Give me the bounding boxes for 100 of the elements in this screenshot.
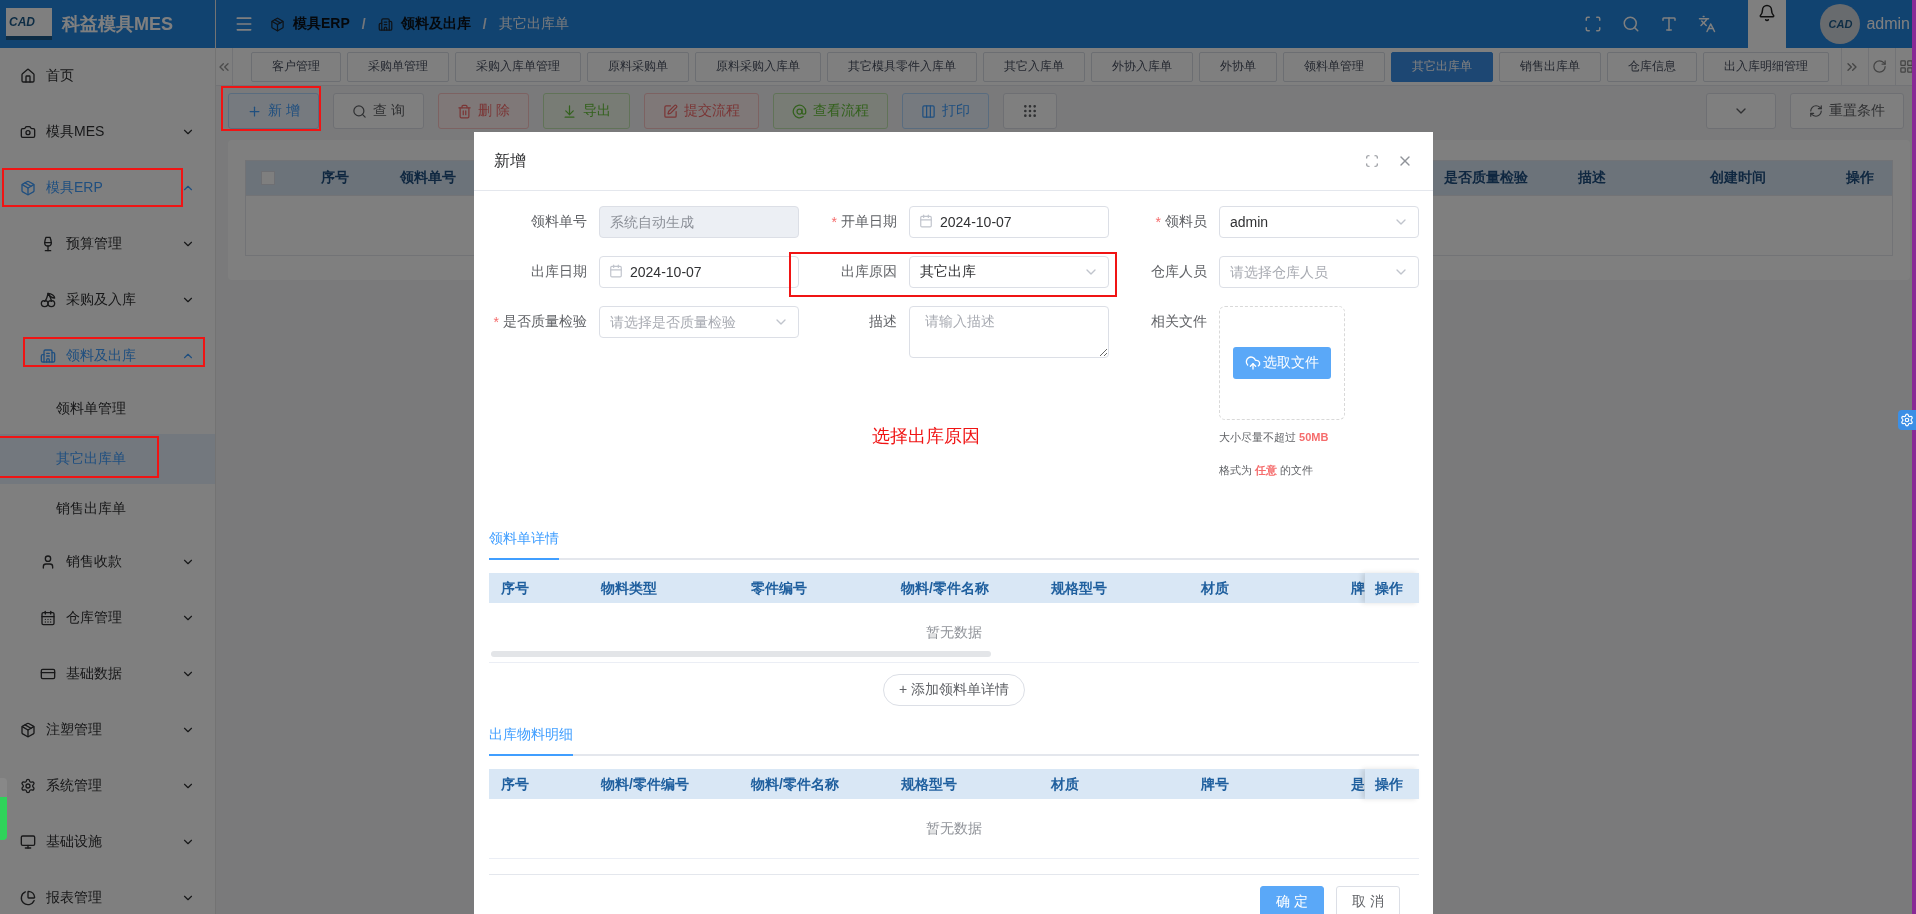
sidebar-item[interactable]: 首页	[0, 48, 215, 104]
building-icon	[377, 16, 393, 32]
settings-button[interactable]	[1898, 410, 1916, 430]
select-field[interactable]: admin	[1219, 206, 1419, 238]
tab[interactable]: 仓库信息	[1607, 51, 1698, 82]
field-label: 领料员	[1165, 213, 1207, 231]
upload-area[interactable]: 选取文件	[1219, 306, 1345, 420]
tab[interactable]: 客户管理	[251, 51, 342, 82]
sidebar-item[interactable]: 采购及入库	[0, 272, 215, 328]
reset-button[interactable]: 重置条件	[1790, 93, 1904, 129]
sidebar-item[interactable]: 领料及出库	[0, 328, 215, 384]
toolbar-button[interactable]: 打印	[901, 93, 989, 129]
sidebar-item[interactable]: 基础数据	[0, 646, 215, 702]
breadcrumb-separator: /	[361, 16, 366, 32]
cancel-button[interactable]: 取 消	[1336, 886, 1400, 914]
breadcrumb[interactable]: 模具ERP	[293, 15, 350, 33]
at-sign-icon	[791, 103, 807, 119]
toolbar-button[interactable]: 删 除	[437, 93, 529, 129]
column-header: 描述	[1577, 169, 1607, 187]
calendar-icon	[609, 264, 623, 278]
column-header: 领料单号	[399, 169, 457, 187]
refresh-icon	[1871, 59, 1887, 74]
column-header: 是否质量检验	[1443, 169, 1529, 187]
tab[interactable]: 其它模具零件入库单	[827, 51, 978, 82]
select-field[interactable]: 请选择仓库人员	[1219, 256, 1419, 288]
settings-icon	[1900, 413, 1914, 427]
sidebar-item[interactable]: 注塑管理	[0, 702, 215, 758]
sidebar-item[interactable]: 仓库管理	[0, 590, 215, 646]
avatar[interactable]: CAD	[1820, 4, 1861, 44]
select-field[interactable]: 其它出库	[909, 256, 1109, 288]
confirm-button[interactable]: 确 定	[1260, 886, 1324, 914]
sidebar-item[interactable]: 模具MES	[0, 104, 215, 160]
tab[interactable]: 采购单管理	[347, 51, 450, 82]
toolbar-button[interactable]: 提交流程	[643, 93, 759, 129]
user-name[interactable]: admin	[1866, 15, 1910, 33]
required-mark: *	[1155, 214, 1161, 230]
sidebar-item[interactable]: 报表管理	[0, 870, 215, 914]
logo: CAD	[6, 8, 52, 40]
monitor-icon	[20, 834, 36, 850]
toolbar-button[interactable]: 新 增	[228, 93, 319, 129]
scrollbar[interactable]	[491, 651, 991, 657]
sidebar-item[interactable]: 预算管理	[0, 216, 215, 272]
tab[interactable]: 出入库明细管理	[1703, 51, 1830, 82]
field-label: 是否质量检验	[503, 313, 587, 331]
tab[interactable]: 外协单	[1199, 51, 1278, 82]
box-icon	[270, 16, 285, 32]
upload-note: 大小尽量不超过 50MB	[1219, 430, 1330, 445]
tab[interactable]: 其它入库单	[983, 51, 1086, 82]
tab[interactable]: 其它出库单	[1391, 51, 1494, 82]
sidebar-item[interactable]: 其它出库单	[0, 434, 215, 484]
edit-icon	[662, 103, 678, 119]
side-handle[interactable]	[0, 778, 7, 840]
section-tab[interactable]: 领料单详情	[489, 522, 559, 560]
building-icon	[40, 348, 56, 364]
tab[interactable]: 销售出库单	[1499, 51, 1602, 82]
description-field[interactable]: 请输入描述	[909, 306, 1109, 358]
sidebar-item[interactable]: 销售收款	[0, 534, 215, 590]
sidebar-item[interactable]: 销售出库单	[0, 484, 215, 534]
breadcrumb: 其它出库单	[498, 15, 569, 33]
card-icon	[40, 666, 56, 682]
translate-icon[interactable]	[1698, 15, 1717, 33]
add-detail-button[interactable]: + 添加领料单详情	[882, 674, 1026, 706]
column-header: 序号	[320, 169, 350, 187]
grid-button[interactable]	[1002, 93, 1057, 129]
cherries-icon	[40, 292, 56, 308]
fullscreen-icon[interactable]	[1365, 154, 1379, 168]
toolbar-button[interactable]: 查 询	[332, 93, 424, 129]
search-icon	[351, 103, 367, 119]
notification-button[interactable]	[1748, 0, 1787, 48]
field-label: 开单日期	[841, 213, 897, 231]
camera-icon	[20, 124, 36, 140]
app-name: 科益模具MES	[62, 13, 173, 36]
columns-icon	[920, 103, 936, 119]
field-label: 相关文件	[1151, 313, 1207, 331]
column-header: 操作	[1845, 169, 1875, 187]
field-label: 出库日期	[531, 263, 587, 281]
sidebar-item[interactable]: 领料单管理	[0, 384, 215, 434]
tab[interactable]: 领料单管理	[1283, 51, 1386, 82]
tab[interactable]: 原料采购入库单	[695, 51, 822, 82]
upload-button[interactable]: 选取文件	[1233, 347, 1331, 379]
menu-icon[interactable]	[234, 14, 254, 34]
box-icon	[20, 180, 36, 196]
date-field[interactable]: 2024-10-07	[599, 256, 799, 288]
section-tab[interactable]: 出库物料明细	[489, 718, 573, 756]
tab[interactable]: 采购入库单管理	[455, 51, 582, 82]
breadcrumb[interactable]: 领料及出库	[400, 15, 471, 33]
search-icon[interactable]	[1622, 15, 1641, 33]
grid-icon	[1021, 103, 1038, 119]
select-field[interactable]: 请选择是否质量检验	[599, 306, 799, 338]
calendar-icon	[919, 214, 933, 228]
empty-text: 暂无数据	[926, 623, 982, 642]
font-size-icon[interactable]	[1660, 15, 1679, 33]
tab[interactable]: 原料采购单	[587, 51, 690, 82]
box-icon	[20, 722, 36, 738]
tab[interactable]: 外协入库单	[1091, 51, 1194, 82]
field-label: 领料单号	[531, 213, 587, 231]
refresh-icon	[1809, 104, 1823, 118]
sidebar-item[interactable]: 模具ERP	[0, 160, 215, 216]
fullscreen-icon[interactable]	[1584, 15, 1603, 33]
date-field[interactable]: 2024-10-07	[909, 206, 1109, 238]
